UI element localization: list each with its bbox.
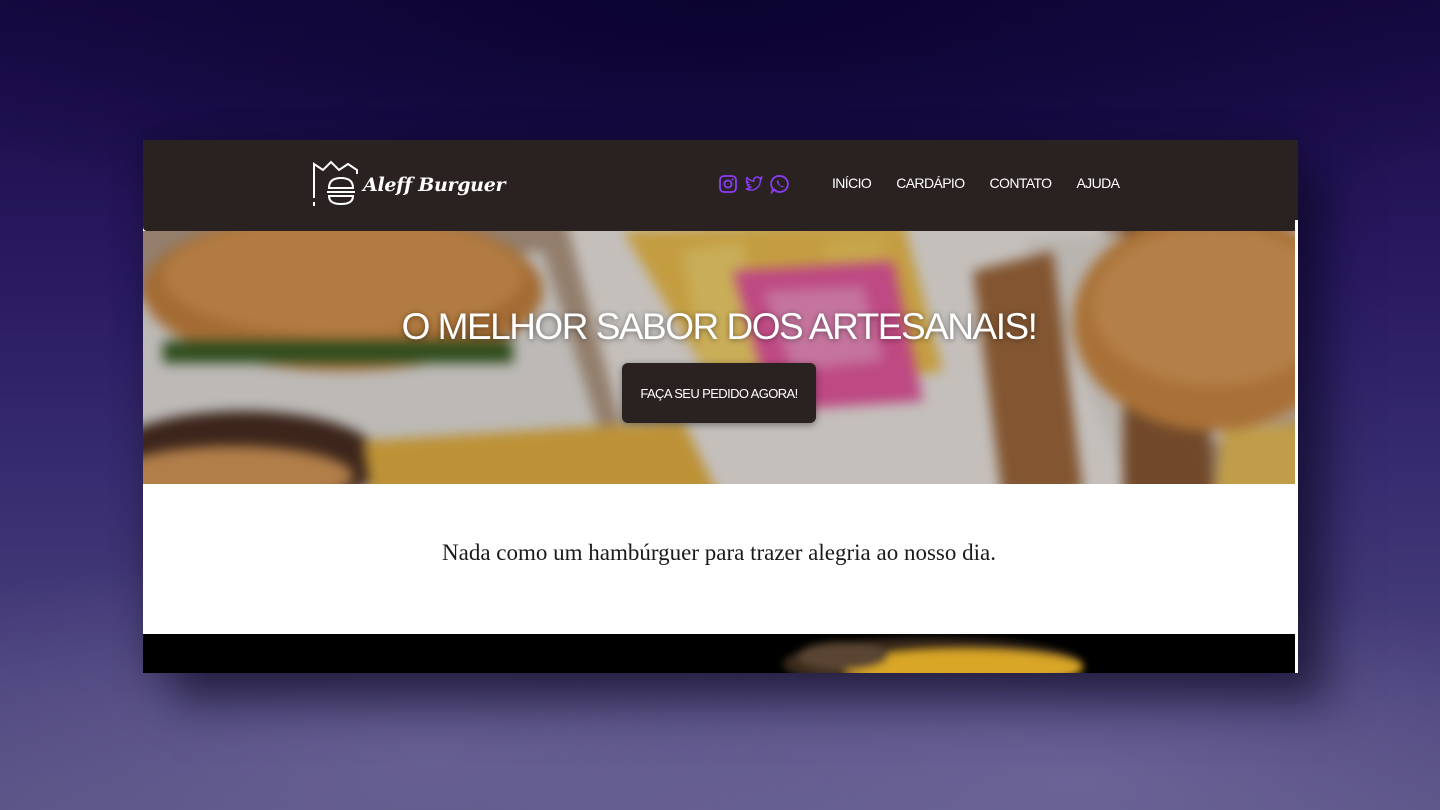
- nav-link-ajuda[interactable]: AJUDA: [1076, 175, 1120, 191]
- hero-food-photo: [143, 231, 1295, 484]
- page-edge: [1295, 220, 1298, 673]
- nav-link-cardapio[interactable]: CARDÁPIO: [896, 175, 965, 191]
- nav-link-inicio[interactable]: INÍCIO: [832, 175, 872, 191]
- featured-image-section: [143, 634, 1295, 673]
- website-window: Aleff Burguer INÍCIO CARDÁPIO CONTATO AJ…: [143, 140, 1298, 673]
- social-links: [718, 174, 790, 194]
- hero-title: O MELHOR SABOR DOS ARTESANAIS!: [401, 306, 1038, 347]
- instagram-icon[interactable]: [718, 174, 738, 194]
- order-now-button[interactable]: FAÇA SEU PEDIDO AGORA!: [622, 363, 816, 423]
- main-nav: INÍCIO CARDÁPIO CONTATO AJUDA: [832, 175, 1120, 191]
- navbar: Aleff Burguer INÍCIO CARDÁPIO CONTATO AJ…: [143, 140, 1298, 231]
- crown-burger-icon: [313, 160, 358, 206]
- brand-name: Aleff Burguer: [363, 174, 506, 196]
- whatsapp-icon[interactable]: [770, 174, 790, 194]
- burger-photo: [783, 638, 1083, 673]
- brand-logo[interactable]: Aleff Burguer: [311, 158, 506, 212]
- twitter-icon[interactable]: [744, 174, 764, 194]
- intro-text: Nada como um hambúrguer para trazer aleg…: [442, 540, 996, 565]
- nav-link-contato[interactable]: CONTATO: [990, 175, 1053, 191]
- hero-banner: O MELHOR SABOR DOS ARTESANAIS! FAÇA SEU …: [143, 231, 1295, 484]
